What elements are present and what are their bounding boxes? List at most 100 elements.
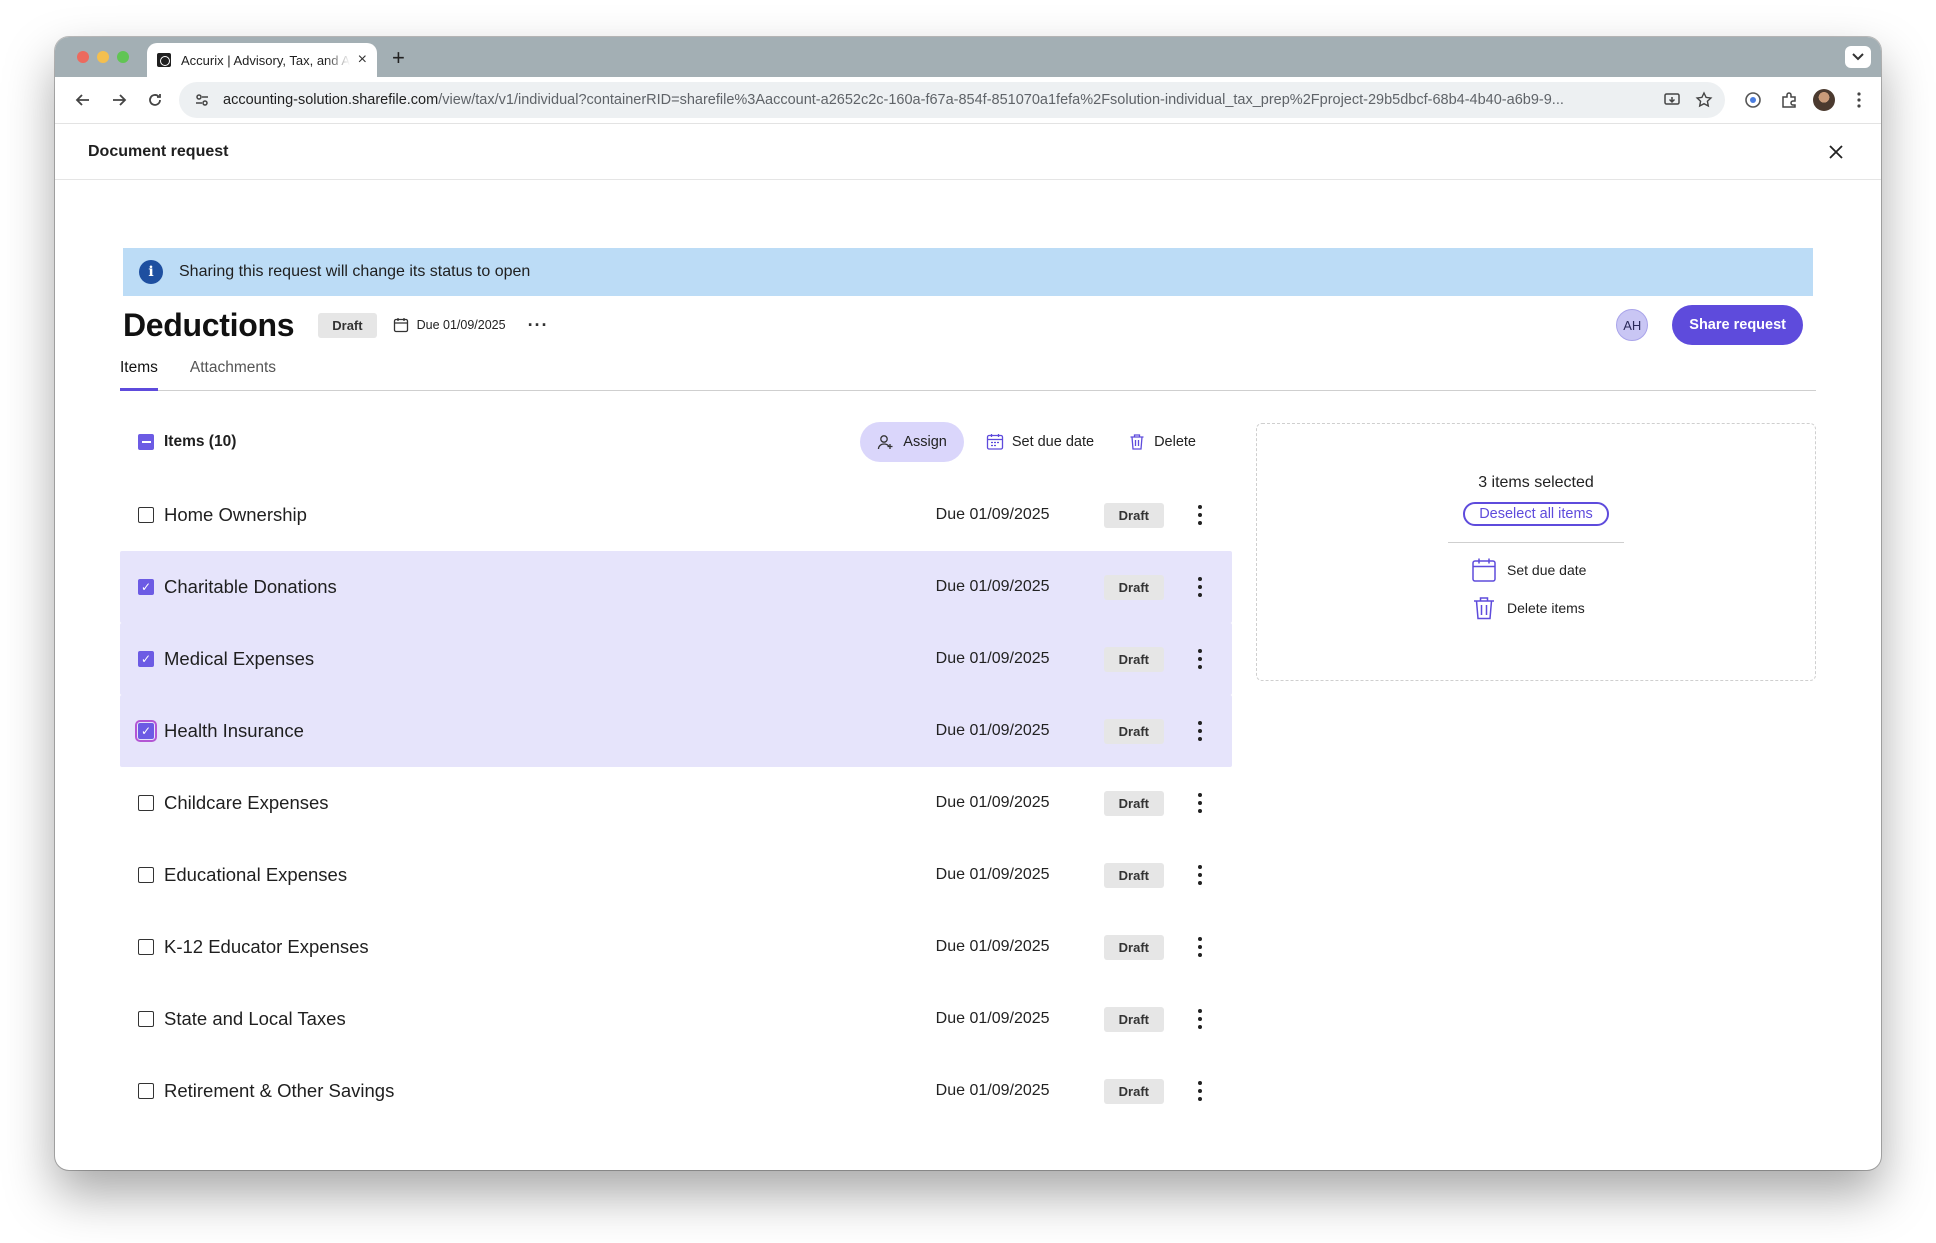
- item-status-badge: Draft: [1103, 790, 1164, 816]
- items-count-label: Items (10): [164, 433, 237, 450]
- item-checkbox[interactable]: ✓: [138, 651, 154, 667]
- install-app-icon[interactable]: [1663, 91, 1681, 109]
- item-status-badge: Draft: [1103, 862, 1164, 888]
- assign-button[interactable]: Assign: [860, 422, 964, 462]
- info-icon: i: [139, 260, 163, 284]
- selected-count: 3 items selected: [1478, 474, 1594, 491]
- tab-title: Accurix | Advisory, Tax, and Accounting: [181, 52, 350, 68]
- list-item[interactable]: Educational Expenses Due 01/09/2025 Draf…: [120, 839, 1232, 911]
- forward-button[interactable]: [101, 84, 137, 116]
- calendar-icon: [393, 318, 408, 333]
- tab-attachments[interactable]: Attachments: [190, 353, 276, 390]
- extension-icon[interactable]: [1741, 88, 1765, 112]
- bookmark-star-icon[interactable]: [1695, 91, 1713, 109]
- item-due-date: Due 01/09/2025: [935, 506, 1050, 523]
- item-more-icon[interactable]: [1190, 1081, 1210, 1101]
- site-settings-icon[interactable]: [191, 89, 213, 111]
- item-more-icon[interactable]: [1190, 577, 1210, 597]
- list-item[interactable]: ✓ Health Insurance Due 01/09/2025 Draft: [120, 695, 1232, 767]
- back-button[interactable]: [65, 84, 101, 116]
- item-checkbox[interactable]: [138, 1083, 154, 1099]
- list-item[interactable]: ✓ Medical Expenses Due 01/09/2025 Draft: [120, 623, 1232, 695]
- tab-strip: Accurix | Advisory, Tax, and Accounting …: [55, 37, 1881, 77]
- delete-label: Delete: [1154, 434, 1196, 450]
- item-status-badge: Draft: [1103, 502, 1164, 528]
- extensions-puzzle-icon[interactable]: [1777, 88, 1801, 112]
- set-due-date-button[interactable]: Set due date: [974, 422, 1106, 462]
- due-date-chip[interactable]: Due 01/09/2025: [393, 317, 506, 333]
- toolbar-extensions: [1741, 88, 1871, 112]
- list-item[interactable]: Home Ownership Due 01/09/2025 Draft: [120, 479, 1232, 551]
- deselect-all-button[interactable]: Deselect all items: [1463, 502, 1609, 526]
- more-options-icon[interactable]: ···: [528, 315, 549, 336]
- list-item[interactable]: Retirement & Other Savings Due 01/09/202…: [120, 1055, 1232, 1127]
- new-tab-icon[interactable]: +: [392, 45, 405, 71]
- request-tabs: Items Attachments: [120, 353, 1816, 391]
- item-checkbox[interactable]: [138, 1011, 154, 1027]
- select-all-checkbox[interactable]: [138, 434, 154, 450]
- close-window-button[interactable]: [77, 51, 89, 63]
- list-item[interactable]: K-12 Educator Expenses Due 01/09/2025 Dr…: [120, 911, 1232, 983]
- item-status-badge: Draft: [1103, 934, 1164, 960]
- item-label: K-12 Educator Expenses: [164, 936, 369, 957]
- item-status-badge: Draft: [1103, 574, 1164, 600]
- item-more-icon[interactable]: [1190, 865, 1210, 885]
- list-item[interactable]: ✓ Charitable Donations Due 01/09/2025 Dr…: [120, 551, 1232, 623]
- item-due-date: Due 01/09/2025: [935, 650, 1050, 667]
- minimize-window-button[interactable]: [97, 51, 109, 63]
- item-due-date: Due 01/09/2025: [935, 938, 1050, 955]
- share-request-button[interactable]: Share request: [1672, 305, 1803, 345]
- item-more-icon[interactable]: [1190, 649, 1210, 669]
- item-due-date: Due 01/09/2025: [935, 1010, 1050, 1027]
- chevron-down-icon: [1852, 53, 1864, 61]
- list-item[interactable]: State and Local Taxes Due 01/09/2025 Dra…: [120, 983, 1232, 1055]
- panel-set-due-date-button[interactable]: Set due date: [1471, 557, 1601, 583]
- item-more-icon[interactable]: [1190, 793, 1210, 813]
- address-bar[interactable]: accounting-solution.sharefile.com /view/…: [179, 82, 1725, 118]
- item-status-badge: Draft: [1103, 646, 1164, 672]
- item-status-badge: Draft: [1103, 1006, 1164, 1032]
- item-checkbox[interactable]: [138, 795, 154, 811]
- item-more-icon[interactable]: [1190, 721, 1210, 741]
- tab-search-button[interactable]: [1845, 46, 1871, 68]
- item-more-icon[interactable]: [1190, 1009, 1210, 1029]
- panel-delete-items-button[interactable]: Delete items: [1471, 595, 1601, 621]
- item-label: Home Ownership: [164, 504, 307, 525]
- item-checkbox[interactable]: [138, 507, 154, 523]
- browser-toolbar: accounting-solution.sharefile.com /view/…: [55, 77, 1881, 124]
- item-more-icon[interactable]: [1190, 937, 1210, 957]
- panel-delete-items-label: Delete items: [1507, 600, 1585, 616]
- modal-close-button[interactable]: [1824, 140, 1848, 164]
- calendar-icon: [1472, 558, 1496, 582]
- delete-button[interactable]: Delete: [1116, 422, 1208, 462]
- banner-text: Sharing this request will change its sta…: [179, 263, 531, 280]
- maximize-window-button[interactable]: [117, 51, 129, 63]
- profile-avatar[interactable]: [1813, 89, 1835, 111]
- items-list-header: Items (10) Assign Set due date Delete: [120, 417, 1232, 467]
- set-due-date-label: Set due date: [1011, 434, 1095, 450]
- status-badge: Draft: [318, 312, 377, 338]
- tab-close-icon[interactable]: ×: [358, 51, 367, 69]
- list-item[interactable]: Childcare Expenses Due 01/09/2025 Draft: [120, 767, 1232, 839]
- divider: [1448, 542, 1624, 543]
- modal-header: Document request: [55, 124, 1881, 180]
- add-user-icon: [878, 435, 893, 450]
- item-more-icon[interactable]: [1190, 505, 1210, 525]
- panel-set-due-date-label: Set due date: [1507, 562, 1587, 578]
- item-due-date: Due 01/09/2025: [935, 794, 1050, 811]
- item-label: Charitable Donations: [164, 576, 337, 597]
- trash-icon: [1130, 434, 1144, 450]
- item-status-badge: Draft: [1103, 718, 1164, 744]
- reload-button[interactable]: [137, 84, 173, 116]
- item-due-date: Due 01/09/2025: [935, 1082, 1050, 1099]
- browser-menu-icon[interactable]: [1847, 88, 1871, 112]
- item-checkbox[interactable]: ✓: [138, 579, 154, 595]
- item-due-date: Due 01/09/2025: [935, 866, 1050, 883]
- browser-tab[interactable]: Accurix | Advisory, Tax, and Accounting …: [147, 43, 377, 77]
- item-checkbox[interactable]: ✓: [135, 720, 157, 742]
- item-checkbox[interactable]: [138, 867, 154, 883]
- item-checkbox[interactable]: [138, 939, 154, 955]
- calendar-icon: [986, 434, 1003, 450]
- tab-items[interactable]: Items: [120, 353, 158, 391]
- avatar[interactable]: AH: [1616, 309, 1649, 341]
